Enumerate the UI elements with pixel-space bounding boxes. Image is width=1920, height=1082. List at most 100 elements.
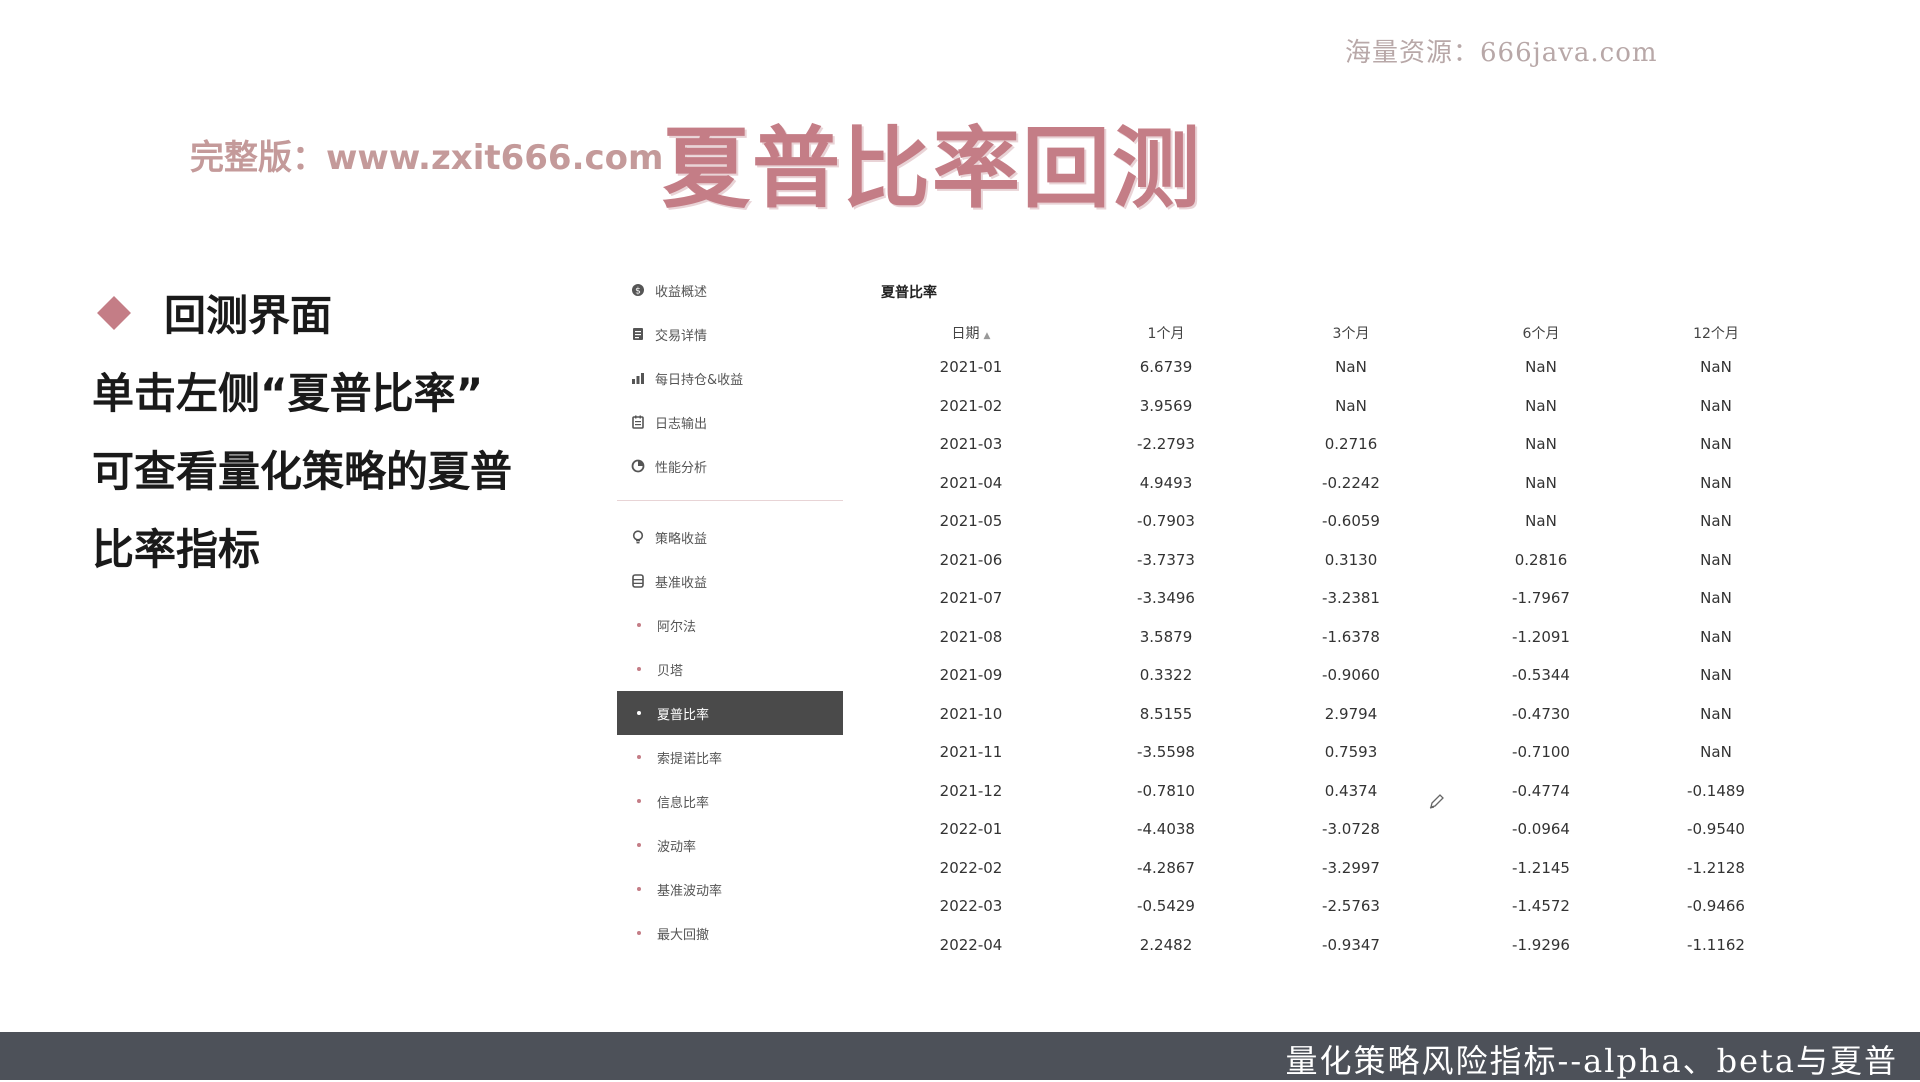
sidebar-item-sortino-ratio[interactable]: 索提诺比率: [617, 735, 843, 779]
sidebar-item-label: 日志输出: [655, 416, 708, 432]
table-cell: -1.2128: [1687, 858, 1745, 877]
table-cell: -3.0728: [1322, 820, 1380, 839]
table-cell: NaN: [1700, 473, 1732, 492]
table-cell: -1.6378: [1322, 627, 1380, 646]
table-cell: -0.7100: [1512, 743, 1570, 762]
table-cell: 2021-01: [939, 358, 1003, 377]
sidebar-item-performance-analysis[interactable]: 性能分析: [617, 444, 843, 488]
sidebar-item-trade-details[interactable]: 交易详情: [617, 312, 843, 356]
table-cell: NaN: [1700, 704, 1732, 723]
dollar-icon: $: [631, 283, 645, 297]
database-icon: [631, 574, 645, 588]
sidebar-item-beta[interactable]: 贝塔: [617, 647, 843, 691]
table-cell: NaN: [1700, 435, 1732, 454]
table-cell: -0.9540: [1687, 820, 1745, 839]
table-cell: NaN: [1700, 396, 1732, 415]
table-cell: -1.4572: [1512, 897, 1570, 916]
column-header-label: 日期: [951, 326, 980, 342]
table-body: 2021-01 6.6739 NaN NaN NaN 2021-02 3.9569 NaN Na…: [866, 348, 1796, 950]
table-cell: 2.9794: [1324, 704, 1378, 723]
table-cell: 0.7593: [1324, 743, 1378, 762]
description-line: 单击左侧“夏普比率”: [92, 369, 484, 418]
bullet-heading: 回测界面: [96, 282, 332, 343]
table-cell: NaN: [1335, 358, 1367, 377]
site-link: 完整版：www.zxit666.com: [190, 138, 664, 178]
sidebar-item-information-ratio[interactable]: 信息比率: [617, 779, 843, 823]
sidebar-item-label: 基准波动率: [657, 883, 723, 899]
sidebar-item-volatility[interactable]: 波动率: [617, 823, 843, 867]
sidebar-item-label: 贝塔: [657, 663, 684, 679]
document-icon: [631, 327, 645, 341]
log-icon: [631, 415, 645, 429]
table-cell: -2.2793: [1137, 435, 1195, 454]
table-cell: NaN: [1700, 627, 1732, 646]
table-cell: 3.5879: [1139, 627, 1193, 646]
table-cell: 6.6739: [1139, 358, 1193, 377]
table-cell: -0.4774: [1512, 781, 1570, 800]
sidebar-item-label: 策略收益: [655, 531, 708, 547]
table-header-row: 日期 ▲ 1个月 3个月 6个月 12个月: [866, 318, 1796, 348]
table-cell: 0.2716: [1324, 435, 1378, 454]
column-header-6-month[interactable]: 6个月: [1446, 323, 1636, 343]
column-header-1-month[interactable]: 1个月: [1076, 323, 1256, 343]
table-cell: -3.5598: [1137, 743, 1195, 762]
table-cell: 2021-12: [939, 781, 1003, 800]
sidebar-item-label: 夏普比率: [657, 707, 710, 723]
table-cell: 0.2816: [1514, 550, 1568, 569]
description-line: 可查看量化策略的夏普: [92, 447, 513, 496]
sidebar-item-label: 每日持仓&收益: [655, 372, 744, 388]
sharpe-ratio-table: 日期 ▲ 1个月 3个月 6个月 12个月 2021-01 6.6739 NaN NaN…: [866, 318, 1796, 950]
table-cell: -1.1162: [1687, 935, 1745, 950]
sidebar-item-alpha[interactable]: 阿尔法: [617, 603, 843, 647]
sidebar-item-label: 信息比率: [657, 795, 710, 811]
table-cell: -0.6059: [1322, 512, 1380, 531]
table-cell: 0.3130: [1324, 550, 1378, 569]
table-cell: NaN: [1700, 743, 1732, 762]
bullet-dot-icon: [637, 887, 641, 891]
backtest-sidebar: $ 收益概述 交易详情 每日持仓&收益 日志输出 性能分析 策略收益 基准收益 …: [617, 268, 843, 955]
table-cell: 2022-02: [939, 858, 1003, 877]
sidebar-item-sharpe-ratio[interactable]: 夏普比率: [617, 691, 843, 735]
table-cell: -0.5429: [1137, 897, 1195, 916]
watermark-text: 海量资源：666java.com: [1345, 38, 1658, 68]
table-cell: 2021-10: [939, 704, 1003, 723]
table-cell: -0.1489: [1687, 781, 1745, 800]
table-cell: NaN: [1335, 396, 1367, 415]
table-cell: 8.5155: [1139, 704, 1193, 723]
table-cell: -0.9060: [1322, 666, 1380, 685]
sidebar-item-benchmark-volatility[interactable]: 基准波动率: [617, 867, 843, 911]
sidebar-item-label: 基准收益: [655, 575, 708, 591]
table-cell: 0.3322: [1139, 666, 1193, 685]
sidebar-item-return-overview[interactable]: $ 收益概述: [617, 268, 843, 312]
table-cell: 2022-03: [939, 897, 1003, 916]
table-row: 2022-04 2.2482 -0.9347 -1.9296 -1.1162: [866, 926, 1796, 950]
sidebar-item-strategy-return[interactable]: 策略收益: [617, 515, 843, 559]
column-header-date[interactable]: 日期 ▲: [866, 323, 1076, 343]
table-row: 2021-01 6.6739 NaN NaN NaN: [866, 348, 1796, 387]
table-title: 夏普比率: [881, 285, 937, 301]
sidebar-item-max-drawdown[interactable]: 最大回撤: [617, 911, 843, 955]
bulb-icon: [631, 530, 645, 544]
table-row: 2021-12 -0.7810 0.4374 -0.4774 -0.1489: [866, 772, 1796, 811]
table-cell: NaN: [1700, 666, 1732, 685]
sort-ascending-icon[interactable]: ▲: [984, 331, 991, 341]
column-header-3-month[interactable]: 3个月: [1256, 323, 1446, 343]
sidebar-item-label: 收益概述: [655, 284, 708, 300]
table-cell: 2021-09: [939, 666, 1003, 685]
table-cell: -3.3496: [1137, 589, 1195, 608]
table-cell: NaN: [1525, 358, 1557, 377]
sidebar-item-benchmark-return[interactable]: 基准收益: [617, 559, 843, 603]
table-cell: -1.7967: [1512, 589, 1570, 608]
bullet-dot-icon: [637, 667, 641, 671]
table-cell: -3.2997: [1322, 858, 1380, 877]
table-row: 2021-08 3.5879 -1.6378 -1.2091 NaN: [866, 618, 1796, 657]
table-cell: 2021-11: [939, 743, 1003, 762]
pen-cursor-icon: [1428, 792, 1444, 809]
sidebar-item-log-output[interactable]: 日志输出: [617, 400, 843, 444]
column-header-12-month[interactable]: 12个月: [1636, 323, 1796, 343]
table-cell: -1.2145: [1512, 858, 1570, 877]
bullet-dot-icon: [637, 623, 641, 627]
table-cell: 2022-01: [939, 820, 1003, 839]
sidebar-item-daily-positions[interactable]: 每日持仓&收益: [617, 356, 843, 400]
table-cell: -1.9296: [1512, 935, 1570, 950]
